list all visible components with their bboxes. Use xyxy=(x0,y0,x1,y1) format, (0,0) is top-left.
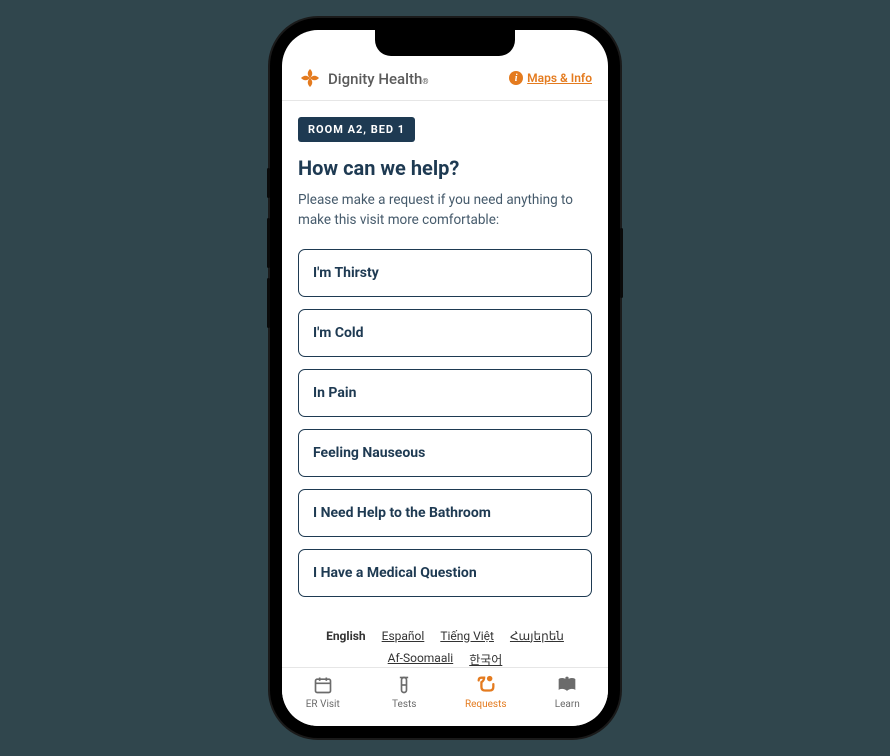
notch xyxy=(375,30,515,56)
language-option[interactable]: Español xyxy=(382,629,425,643)
brand-name: Dignity Health® xyxy=(328,69,429,88)
nav-item-requests[interactable]: Requests xyxy=(445,674,527,710)
brand: Dignity Health® xyxy=(298,66,429,90)
room-badge: ROOM A2, BED 1 xyxy=(298,117,415,142)
request-options: I'm Thirsty I'm Cold In Pain Feeling Nauseo… xyxy=(298,249,592,597)
side-button xyxy=(267,168,270,198)
nav-label: ER Visit xyxy=(306,699,340,710)
page-subtitle: Please make a request if you need anythi… xyxy=(298,190,592,231)
nav-item-learn[interactable]: Learn xyxy=(527,674,609,710)
nav-label: Learn xyxy=(555,699,580,710)
nav-label: Tests xyxy=(392,699,416,710)
language-option[interactable]: Հայերեն xyxy=(510,629,564,643)
request-option-button[interactable]: I Need Help to the Bathroom xyxy=(298,489,592,537)
side-button xyxy=(267,218,270,268)
maps-info-link[interactable]: i Maps & Info xyxy=(509,71,592,85)
language-option[interactable]: Af-Soomaali xyxy=(388,651,454,668)
language-option[interactable]: Tiếng Việt xyxy=(440,629,494,643)
request-icon xyxy=(475,674,497,696)
bottom-nav: ER Visit Tests Requests Learn xyxy=(282,667,608,726)
page-title: How can we help? xyxy=(298,156,592,180)
request-option-button[interactable]: I'm Thirsty xyxy=(298,249,592,297)
language-selector: English Español Tiếng Việt Հայերեն Af-Soomaa… xyxy=(298,629,592,668)
info-icon: i xyxy=(509,71,523,85)
brand-logo-icon xyxy=(298,66,322,90)
side-button xyxy=(267,278,270,328)
phone-frame: Dignity Health® i Maps & Info ROOM A2, B… xyxy=(270,18,620,738)
book-icon xyxy=(557,674,577,696)
vial-icon xyxy=(394,674,414,696)
side-button xyxy=(620,228,623,298)
screen: Dignity Health® i Maps & Info ROOM A2, B… xyxy=(282,30,608,726)
request-option-button[interactable]: In Pain xyxy=(298,369,592,417)
maps-info-label: Maps & Info xyxy=(527,71,592,85)
request-option-button[interactable]: Feeling Nauseous xyxy=(298,429,592,477)
request-option-button[interactable]: I'm Cold xyxy=(298,309,592,357)
nav-label: Requests xyxy=(465,699,507,710)
nav-item-tests[interactable]: Tests xyxy=(364,674,446,710)
language-option[interactable]: 한국어 xyxy=(469,651,502,668)
language-option[interactable]: English xyxy=(326,629,366,643)
main-content: ROOM A2, BED 1 How can we help? Please m… xyxy=(282,101,608,667)
request-option-button[interactable]: I Have a Medical Question xyxy=(298,549,592,597)
calendar-icon xyxy=(313,674,333,696)
nav-item-er-visit[interactable]: ER Visit xyxy=(282,674,364,710)
